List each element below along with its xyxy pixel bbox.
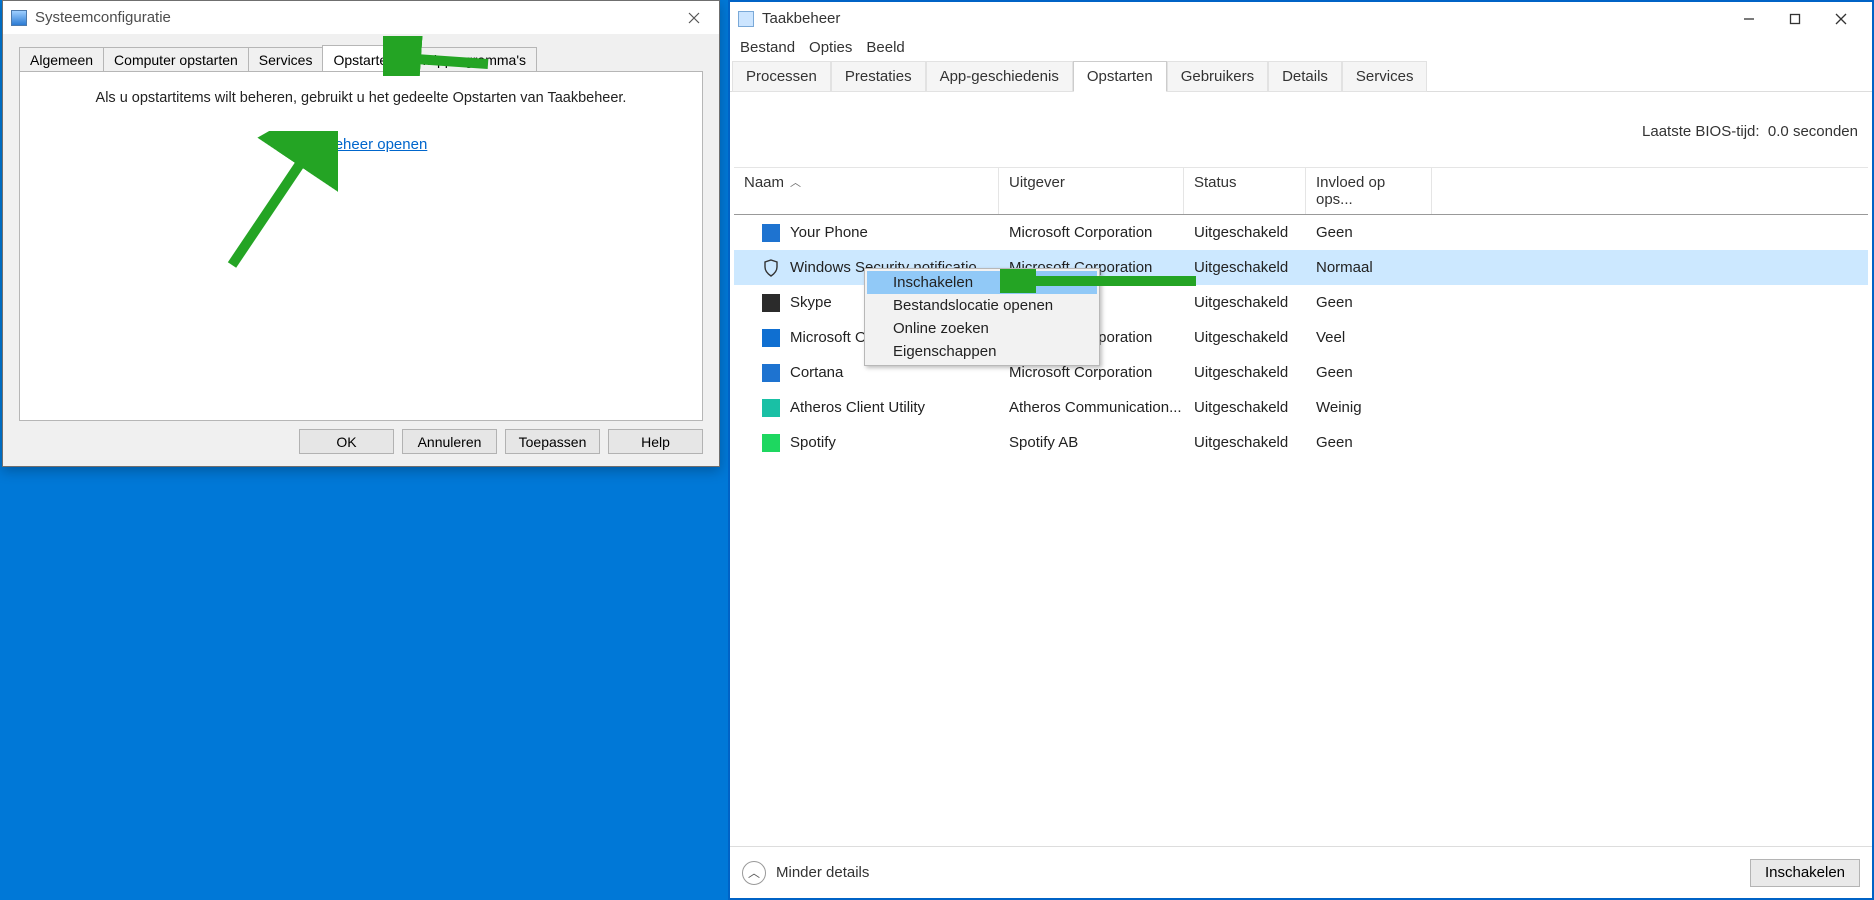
app-icon — [762, 294, 780, 312]
msconfig-buttons: OK Annuleren Toepassen Help — [299, 429, 703, 454]
ok-button[interactable]: OK — [299, 429, 394, 454]
row-name: Spotify — [790, 434, 836, 451]
tab-opstarten[interactable]: Opstarten — [322, 45, 405, 73]
row-name: Your Phone — [790, 224, 868, 241]
tab-gebruikers[interactable]: Gebruikers — [1167, 61, 1268, 92]
app-icon — [762, 434, 780, 452]
row-impact: Geen — [1306, 434, 1432, 451]
table-header[interactable]: Naam ︿ Uitgever Status Invloed op ops... — [734, 167, 1868, 215]
ctx-inschakelen[interactable]: Inschakelen — [867, 271, 1097, 294]
row-publisher: Atheros Communication... — [999, 399, 1184, 416]
tab-details[interactable]: Details — [1268, 61, 1342, 92]
menu-opties[interactable]: Opties — [809, 39, 852, 56]
tab-prestaties[interactable]: Prestaties — [831, 61, 926, 92]
help-button[interactable]: Help — [608, 429, 703, 454]
open-taskmanager-link[interactable]: Taakbeheer openen — [20, 136, 702, 153]
fewer-details-toggle[interactable]: ︿ Minder details — [742, 861, 869, 885]
row-status: Uitgeschakeld — [1184, 364, 1306, 381]
row-publisher: Microsoft Corporation — [999, 224, 1184, 241]
row-impact: Geen — [1306, 364, 1432, 381]
cancel-button[interactable]: Annuleren — [402, 429, 497, 454]
row-status: Uitgeschakeld — [1184, 224, 1306, 241]
msconfig-titlebar[interactable]: Systeemconfiguratie — [3, 1, 719, 34]
row-impact: Geen — [1306, 294, 1432, 311]
row-status: Uitgeschakeld — [1184, 399, 1306, 416]
bios-label: Laatste BIOS-tijd: — [1642, 123, 1760, 140]
row-status: Uitgeschakeld — [1184, 434, 1306, 451]
ctx-eigenschappen[interactable]: Eigenschappen — [867, 340, 1097, 363]
enable-button[interactable]: Inschakelen — [1750, 859, 1860, 887]
msconfig-tab-content: Als u opstartitems wilt beheren, gebruik… — [19, 71, 703, 421]
app-icon — [762, 399, 780, 417]
col-status[interactable]: Status — [1184, 168, 1306, 214]
row-impact: Normaal — [1306, 259, 1432, 276]
maximize-button[interactable] — [1772, 4, 1818, 34]
msconfig-title-text: Systeemconfiguratie — [35, 9, 171, 26]
chevron-up-icon: ︿ — [742, 861, 766, 885]
tab-app-geschiedenis[interactable]: App-geschiedenis — [926, 61, 1073, 92]
row-name: Cortana — [790, 364, 843, 381]
bios-value: 0.0 seconden — [1768, 123, 1858, 140]
close-button[interactable] — [1818, 4, 1864, 34]
system-configuration-window: Systeemconfiguratie Algemeen Computer op… — [2, 0, 720, 467]
taskmgr-icon — [738, 11, 754, 27]
msconfig-icon — [11, 10, 27, 26]
sort-asc-icon: ︿ — [790, 177, 801, 189]
row-impact: Geen — [1306, 224, 1432, 241]
tab-opstarten[interactable]: Opstarten — [1073, 61, 1167, 92]
menu-beeld[interactable]: Beeld — [866, 39, 904, 56]
taskmgr-title-text: Taakbeheer — [762, 10, 840, 27]
row-name: Atheros Client Utility — [790, 399, 925, 416]
row-status: Uitgeschakeld — [1184, 294, 1306, 311]
row-publisher: Spotify AB — [999, 434, 1184, 451]
taskmgr-menu-bar: Bestand Opties Beeld — [730, 35, 1872, 60]
taskmgr-tabs: Processen Prestaties App-geschiedenis Op… — [730, 60, 1872, 92]
col-name-label: Naam — [744, 174, 784, 191]
maximize-icon — [1789, 13, 1801, 25]
fewer-details-label: Minder details — [776, 864, 869, 881]
shield-icon — [762, 259, 780, 277]
task-manager-window: Taakbeheer Bestand Opties Beeld Processe… — [728, 0, 1874, 900]
msconfig-message: Als u opstartitems wilt beheren, gebruik… — [20, 90, 702, 106]
col-publisher[interactable]: Uitgever — [999, 168, 1184, 214]
close-button[interactable] — [677, 1, 711, 34]
ctx-bestandslocatie-openen[interactable]: Bestandslocatie openen — [867, 294, 1097, 317]
context-menu: Inschakelen Bestandslocatie openen Onlin… — [864, 268, 1100, 366]
col-impact[interactable]: Invloed op ops... — [1306, 168, 1432, 214]
minimize-icon — [1743, 13, 1755, 25]
minimize-button[interactable] — [1726, 4, 1772, 34]
menu-bestand[interactable]: Bestand — [740, 39, 795, 56]
app-icon — [762, 364, 780, 382]
tab-services[interactable]: Services — [1342, 61, 1428, 92]
row-status: Uitgeschakeld — [1184, 329, 1306, 346]
ctx-online-zoeken[interactable]: Online zoeken — [867, 317, 1097, 340]
row-impact: Weinig — [1306, 399, 1432, 416]
bios-time: Laatste BIOS-tijd: 0.0 seconden — [1642, 123, 1858, 140]
row-name: Skype — [790, 294, 832, 311]
apply-button[interactable]: Toepassen — [505, 429, 600, 454]
table-row[interactable]: Atheros Client Utility Atheros Communicat… — [734, 390, 1868, 425]
row-impact: Veel — [1306, 329, 1432, 346]
taskmgr-titlebar[interactable]: Taakbeheer — [730, 2, 1872, 35]
app-icon — [762, 329, 780, 347]
taskmgr-footer: ︿ Minder details Inschakelen — [730, 846, 1872, 898]
close-icon — [1835, 13, 1847, 25]
row-status: Uitgeschakeld — [1184, 259, 1306, 276]
table-row[interactable]: Your Phone Microsoft CorporationUitgescha… — [734, 215, 1868, 250]
app-icon — [762, 224, 780, 242]
close-icon — [688, 12, 700, 24]
tab-processen[interactable]: Processen — [732, 61, 831, 92]
table-row[interactable]: Spotify Spotify ABUitgeschakeldGeen — [734, 425, 1868, 460]
col-name[interactable]: Naam ︿ — [734, 168, 999, 214]
row-publisher: Microsoft Corporation — [999, 364, 1184, 381]
